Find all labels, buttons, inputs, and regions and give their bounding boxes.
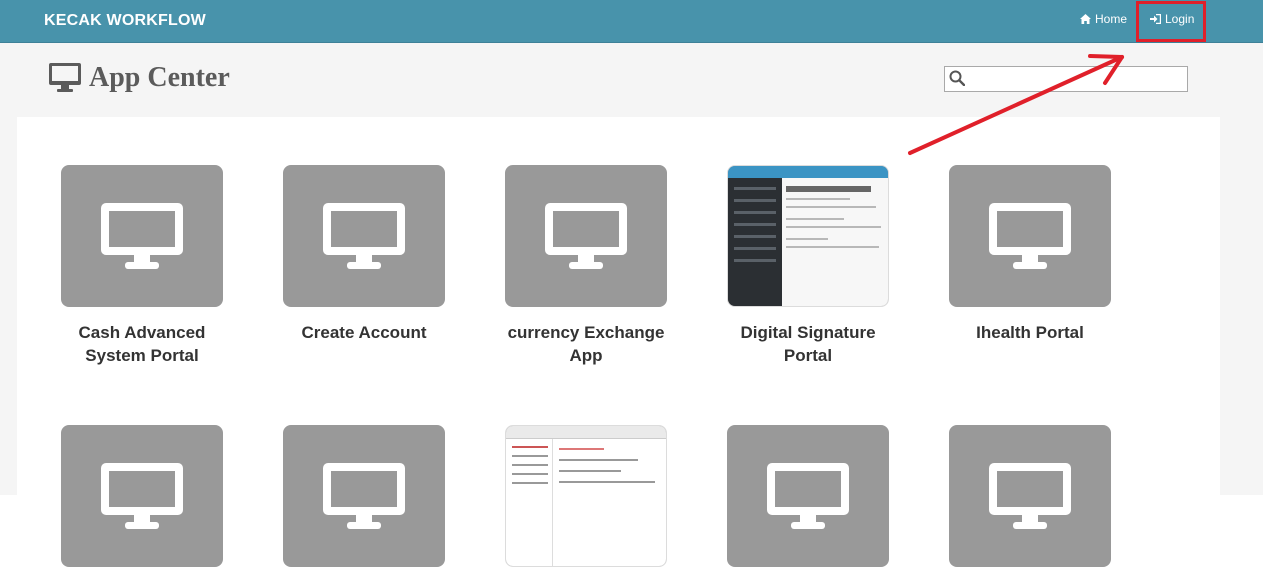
app-name[interactable]: Cash Advanced System Portal — [57, 321, 227, 367]
page-title: App Center — [89, 62, 230, 93]
screenshot-main — [782, 178, 888, 306]
app-name[interactable]: currency Exchange App — [501, 321, 671, 367]
screenshot-sidebar — [506, 439, 553, 566]
page-title-group: App Center — [49, 62, 230, 94]
desktop-icon — [49, 63, 81, 92]
app-tile[interactable] — [283, 425, 445, 567]
app-tile[interactable] — [505, 425, 667, 567]
annotation-arrow — [908, 54, 1124, 155]
monitor-icon — [323, 203, 405, 269]
app-screenshot-thumbnail[interactable] — [505, 425, 667, 567]
home-link[interactable]: Home — [1080, 12, 1127, 26]
screenshot-sidebar — [728, 178, 782, 306]
app-thumbnail[interactable] — [283, 165, 445, 307]
monitor-icon — [323, 463, 405, 529]
monitor-icon — [989, 203, 1071, 269]
app-thumbnail[interactable] — [283, 425, 445, 567]
app-tile[interactable]: Digital Signature Portal — [727, 165, 889, 367]
app-thumbnail[interactable] — [727, 425, 889, 567]
app-thumbnail[interactable] — [505, 165, 667, 307]
app-tile[interactable] — [727, 425, 889, 567]
app-thumbnail[interactable] — [949, 425, 1111, 567]
screenshot-header — [506, 426, 666, 439]
monitor-icon — [989, 463, 1071, 529]
monitor-icon — [101, 203, 183, 269]
top-navbar: KECAK WORKFLOW Home Login — [0, 0, 1263, 43]
monitor-icon — [767, 463, 849, 529]
screenshot-header — [728, 166, 888, 178]
app-name[interactable]: Ihealth Portal — [945, 321, 1115, 344]
app-tile[interactable] — [949, 425, 1111, 567]
monitor-icon — [545, 203, 627, 269]
app-thumbnail[interactable] — [61, 165, 223, 307]
brand-logo[interactable]: KECAK WORKFLOW — [44, 12, 206, 30]
app-tile[interactable] — [61, 425, 223, 567]
app-name[interactable]: Digital Signature Portal — [723, 321, 893, 367]
monitor-icon — [101, 463, 183, 529]
login-highlight-box — [1136, 1, 1206, 42]
app-tile[interactable]: currency Exchange App — [505, 165, 667, 367]
app-thumbnail[interactable] — [949, 165, 1111, 307]
screenshot-main — [553, 439, 666, 566]
home-link-label: Home — [1095, 12, 1128, 26]
app-name[interactable]: Create Account — [279, 321, 449, 344]
app-tile[interactable]: Ihealth Portal — [949, 165, 1111, 344]
app-thumbnail[interactable] — [61, 425, 223, 567]
app-tile[interactable]: Cash Advanced System Portal — [61, 165, 223, 367]
home-icon — [1080, 14, 1091, 24]
app-tile[interactable]: Create Account — [283, 165, 445, 344]
app-screenshot-thumbnail[interactable] — [727, 165, 889, 307]
